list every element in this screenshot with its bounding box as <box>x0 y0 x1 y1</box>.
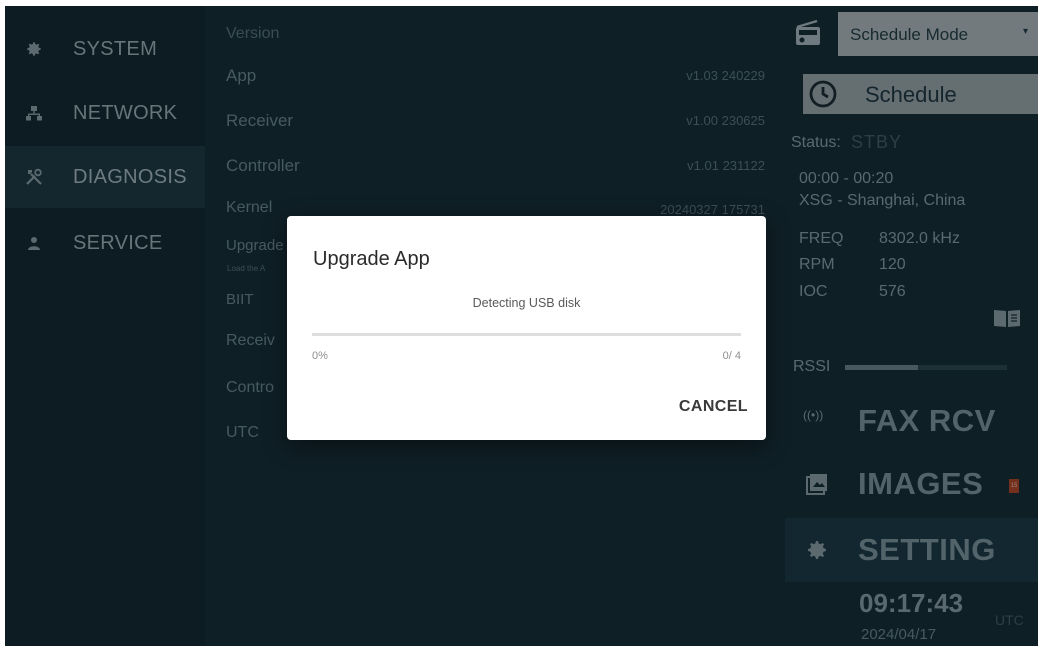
progress-count: 0/ 4 <box>722 350 741 362</box>
upgrade-app-dialog: Upgrade App Detecting USB disk 0% 0/ 4 C… <box>287 216 766 440</box>
progress-percent: 0% <box>312 350 328 362</box>
app-screen: SYSTEM NETWORK DIAGNOSIS SERVICE Version… <box>5 6 1038 646</box>
upgrade-progress-bar <box>312 333 741 336</box>
cancel-button[interactable]: CANCEL <box>679 398 748 416</box>
dialog-title: Upgrade App <box>313 248 430 270</box>
dialog-message: Detecting USB disk <box>472 296 581 310</box>
